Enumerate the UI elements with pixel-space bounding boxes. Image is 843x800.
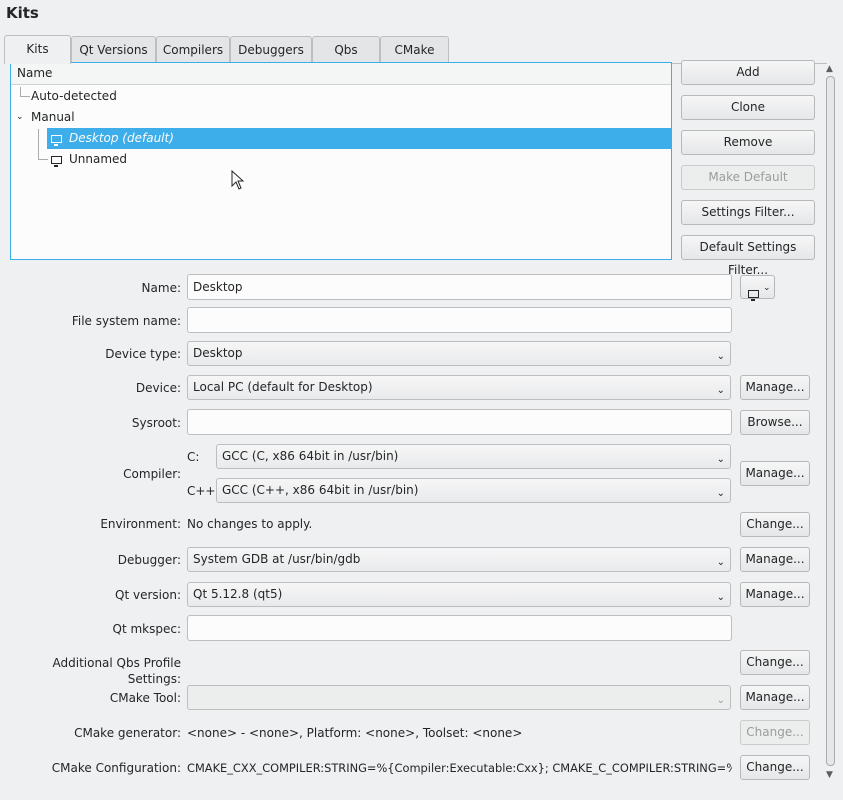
tab-qt-versions[interactable]: Qt Versions: [71, 36, 156, 63]
device-label: Device:: [135, 381, 181, 395]
environment-change-button[interactable]: Change...: [740, 512, 810, 537]
sysroot-field[interactable]: [187, 409, 732, 435]
kit-tree[interactable]: Name Auto-detected ⌄ Manual Desktop (def…: [10, 62, 672, 260]
kit-icon-button[interactable]: ⌄: [740, 275, 775, 301]
chevron-down-icon: ⌄: [716, 351, 725, 362]
qbs-profile-label: Additional Qbs Profile Settings:: [52, 656, 182, 686]
tree-item-label: Unnamed: [69, 152, 128, 166]
chevron-down-icon: ⌄: [716, 695, 725, 706]
sysroot-label: Sysroot:: [131, 416, 181, 430]
compiler-cxx-combo[interactable]: GCC (C++, x86 64bit in /usr/bin) ⌄: [216, 478, 731, 503]
combo-value: GCC (C++, x86 64bit in /usr/bin): [222, 483, 419, 497]
tree-branch-line: [38, 129, 39, 159]
qt-version-label: Qt version:: [115, 588, 181, 602]
qt-mkspec-label: Qt mkspec:: [112, 622, 182, 636]
tree-branch-line: [20, 87, 21, 96]
name-label: Name:: [141, 281, 181, 295]
page-title: Kits: [6, 4, 39, 22]
qbs-profile-change-button[interactable]: Change...: [740, 650, 810, 675]
cmake-configuration-label: CMake Configuration:: [51, 761, 181, 775]
tree-item-auto-detected[interactable]: Auto-detected: [31, 86, 117, 107]
sysroot-browse-button[interactable]: Browse...: [740, 410, 810, 435]
environment-label: Environment:: [100, 517, 181, 531]
device-type-combo[interactable]: Desktop ⌄: [187, 341, 731, 366]
scrollbar-handle[interactable]: [826, 76, 835, 766]
chevron-down-icon: ⌄: [716, 488, 725, 499]
clone-kit-button[interactable]: Clone: [681, 95, 815, 120]
name-field[interactable]: Desktop: [187, 274, 732, 300]
file-system-name-field[interactable]: [187, 307, 732, 333]
scroll-up-icon[interactable]: ▲: [826, 64, 833, 74]
tree-item-unnamed[interactable]: Unnamed: [47, 149, 347, 170]
compiler-label: Compiler:: [123, 467, 181, 481]
cmake-configuration-change-button[interactable]: Change...: [740, 755, 810, 780]
cmake-tool-label: CMake Tool:: [109, 691, 181, 705]
combo-value: Local PC (default for Desktop): [193, 380, 373, 394]
tab-debuggers[interactable]: Debuggers: [230, 36, 312, 63]
chevron-down-icon[interactable]: ⌄: [16, 107, 24, 128]
tab-compilers[interactable]: Compilers: [156, 36, 230, 63]
combo-value: Qt 5.12.8 (qt5): [193, 587, 283, 601]
debugger-manage-button[interactable]: Manage...: [740, 547, 810, 572]
default-settings-filter-button[interactable]: Default Settings Filter...: [681, 235, 815, 277]
tree-item-label: Desktop (default): [69, 131, 174, 145]
tree-header-name[interactable]: Name: [11, 63, 671, 85]
chevron-down-icon: ⌄: [716, 454, 725, 465]
debugger-combo[interactable]: System GDB at /usr/bin/gdb ⌄: [187, 547, 731, 572]
tree-item-manual[interactable]: Manual: [31, 107, 75, 128]
add-kit-button[interactable]: Add: [681, 60, 815, 85]
tab-kits[interactable]: Kits: [4, 35, 71, 64]
device-type-label: Device type:: [105, 347, 181, 361]
settings-filter-button[interactable]: Settings Filter...: [681, 200, 815, 225]
monitor-icon: [748, 283, 759, 306]
mouse-cursor-icon: [231, 170, 245, 190]
chevron-down-icon: ⌄: [716, 557, 725, 568]
file-system-name-label: File system name:: [71, 314, 181, 328]
environment-value: No changes to apply.: [187, 517, 313, 531]
qt-version-combo[interactable]: Qt 5.12.8 (qt5) ⌄: [187, 582, 731, 607]
compiler-manage-button[interactable]: Manage...: [740, 461, 810, 486]
compiler-c-label: C:: [187, 450, 200, 464]
compiler-c-combo[interactable]: GCC (C, x86 64bit in /usr/bin) ⌄: [216, 444, 731, 469]
tree-branch-line: [20, 96, 30, 97]
qt-mkspec-field[interactable]: [187, 615, 732, 641]
combo-value: Desktop: [193, 346, 243, 360]
combo-value: GCC (C, x86 64bit in /usr/bin): [222, 449, 399, 463]
cmake-configuration-value: CMAKE_CXX_COMPILER:STRING=%{Compiler:Exe…: [187, 761, 732, 775]
qt-version-manage-button[interactable]: Manage...: [740, 582, 810, 607]
cmake-generator-label: CMake generator:: [74, 726, 181, 740]
scroll-down-icon[interactable]: ▼: [826, 770, 833, 780]
tab-cmake[interactable]: CMake: [380, 36, 449, 63]
monitor-icon: [51, 129, 62, 150]
device-manage-button[interactable]: Manage...: [740, 375, 810, 400]
cmake-tool-manage-button[interactable]: Manage...: [740, 685, 810, 710]
cmake-generator-change-button[interactable]: Change...: [740, 720, 810, 745]
debugger-label: Debugger:: [117, 553, 181, 567]
compiler-cxx-label: C++:: [187, 484, 220, 498]
chevron-down-icon: ⌄: [716, 592, 725, 603]
cmake-tool-combo[interactable]: ⌄: [187, 685, 731, 710]
device-combo[interactable]: Local PC (default for Desktop) ⌄: [187, 375, 731, 400]
make-default-button[interactable]: Make Default: [681, 165, 815, 190]
combo-value: System GDB at /usr/bin/gdb: [193, 552, 361, 566]
cmake-generator-value: <none> - <none>, Platform: <none>, Tools…: [187, 726, 523, 740]
monitor-icon: [51, 150, 62, 171]
tree-item-desktop[interactable]: Desktop (default): [47, 128, 671, 149]
remove-kit-button[interactable]: Remove: [681, 130, 815, 155]
chevron-down-icon: ⌄: [763, 283, 771, 293]
chevron-down-icon: ⌄: [716, 385, 725, 396]
tab-qbs[interactable]: Qbs: [312, 36, 380, 63]
